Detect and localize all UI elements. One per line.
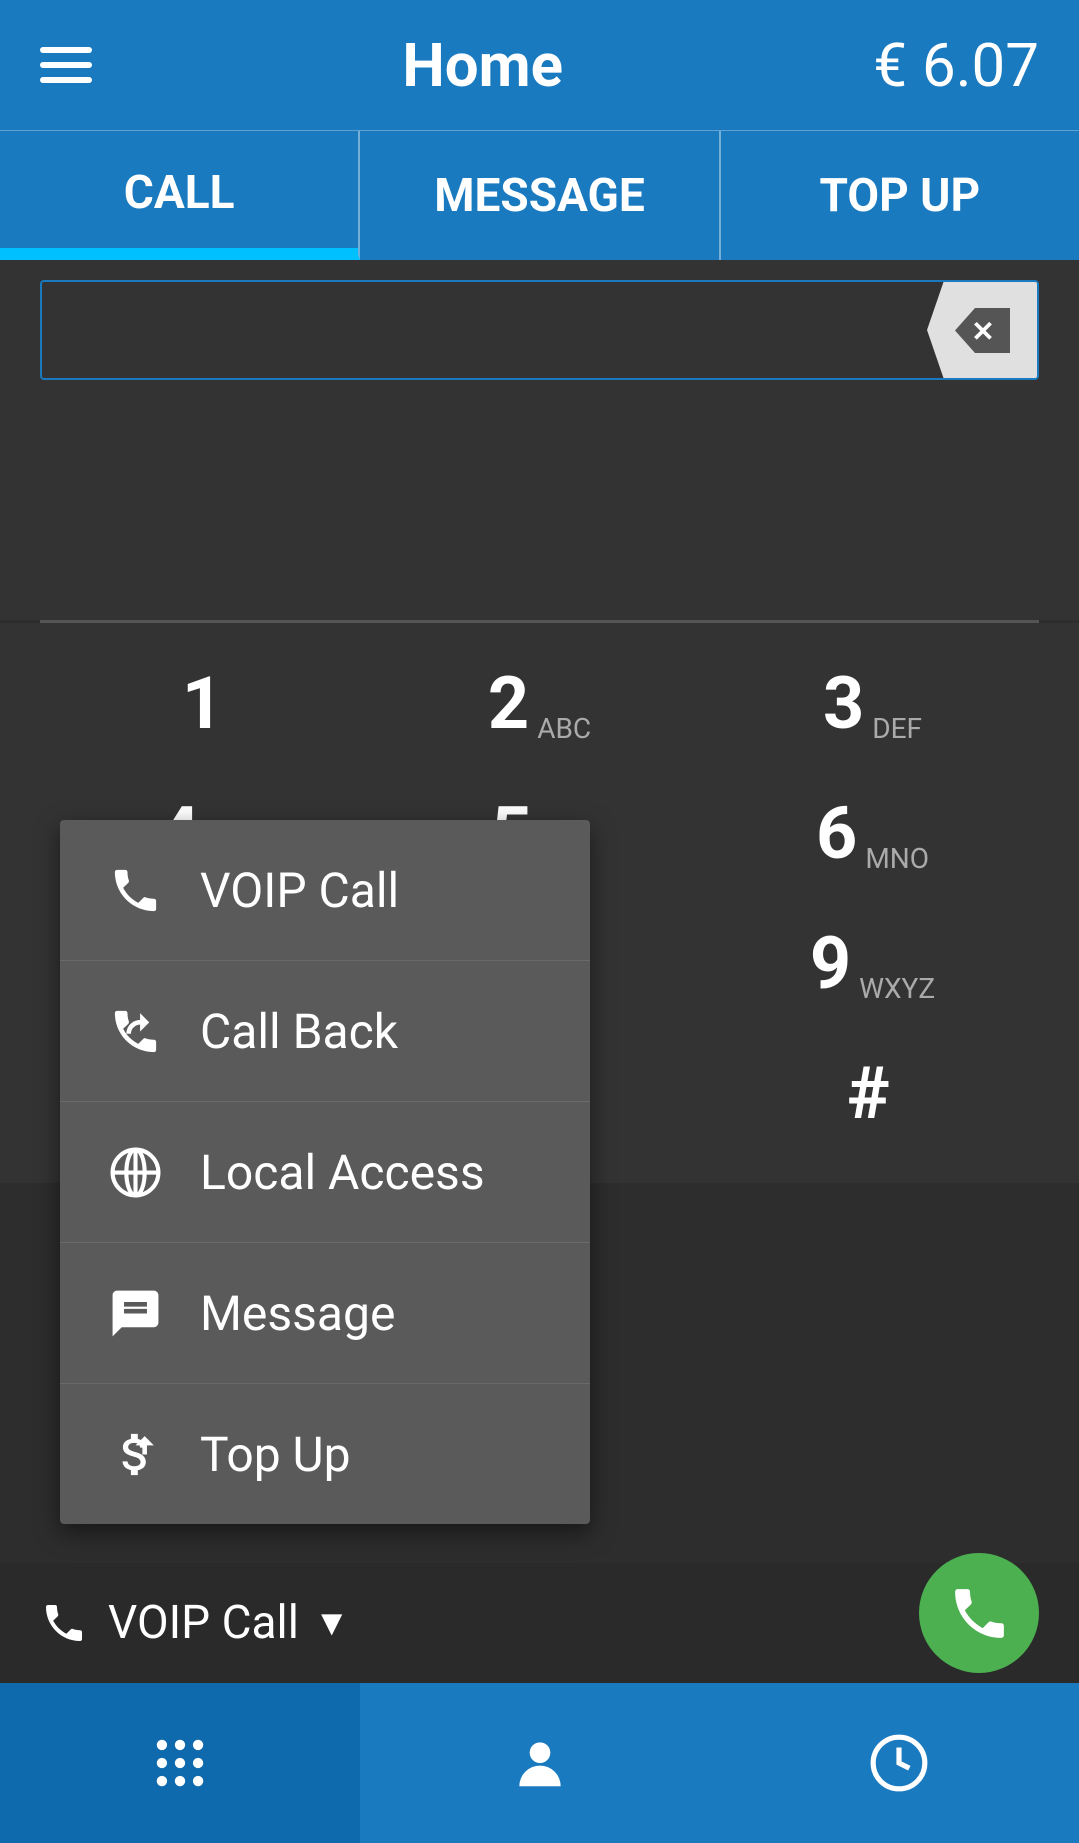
green-call-button[interactable] [919,1553,1039,1673]
dropdown-message-label: Message [200,1285,395,1342]
key-6[interactable]: 6 MNO [733,773,1013,893]
number-input-row: ✕ [40,280,1039,380]
key-9[interactable]: 9 WXYZ [733,903,1013,1023]
globe-icon [100,1137,170,1207]
key-2[interactable]: 2 ABC [400,643,680,763]
call-type-label: VOIP Call [108,1596,299,1650]
dropdown-item-call-back[interactable]: Call Back [60,961,590,1102]
app-header: Home € 6.07 [0,0,1079,130]
header-balance: € 6.07 [873,30,1039,101]
call-type-selector[interactable]: VOIP Call ▼ [40,1596,1039,1650]
key-3[interactable]: 3 DEF [733,643,1013,763]
dropdown-item-local-access[interactable]: Local Access [60,1102,590,1243]
dropdown-voip-call-label: VOIP Call [200,862,399,919]
key-1[interactable]: 1 [67,643,347,763]
menu-icon[interactable] [40,47,92,83]
backspace-button[interactable]: ✕ [927,282,1037,378]
message-icon [100,1278,170,1348]
bottom-navigation [0,1683,1079,1843]
bottom-nav-recent[interactable] [719,1683,1079,1843]
bottom-nav-dialpad[interactable] [0,1683,360,1843]
topup-icon [100,1419,170,1489]
dropdown-menu: VOIP Call Call Back Local Access [60,820,590,1524]
tab-topup[interactable]: TOP UP [721,131,1079,260]
tab-message[interactable]: MESSAGE [360,131,720,260]
dropdown-top-up-label: Top Up [200,1426,351,1483]
tab-bar: CALL MESSAGE TOP UP [0,130,1079,260]
key-hash[interactable]: # [733,1033,1013,1153]
number-input[interactable] [42,282,927,378]
dropdown-item-message[interactable]: Message [60,1243,590,1384]
dropdown-local-access-label: Local Access [200,1144,485,1201]
dial-spacer [0,390,1079,620]
header-title: Home [402,30,563,101]
dropdown-item-top-up[interactable]: Top Up [60,1384,590,1524]
bottom-nav-contacts[interactable] [360,1683,720,1843]
keypad-row-1: 1 2 ABC 3 DEF [40,643,1039,763]
phone-icon [100,855,170,925]
dial-area: ✕ [0,260,1079,390]
dropdown-call-back-label: Call Back [200,1003,398,1060]
call-type-phone-icon [40,1599,88,1647]
call-type-bar: VOIP Call ▼ [0,1563,1079,1683]
tab-call[interactable]: CALL [0,131,360,260]
dropdown-arrow-icon: ▼ [314,1602,350,1644]
svg-text:✕: ✕ [971,315,994,348]
dropdown-item-voip-call[interactable]: VOIP Call [60,820,590,961]
callback-icon [100,996,170,1066]
